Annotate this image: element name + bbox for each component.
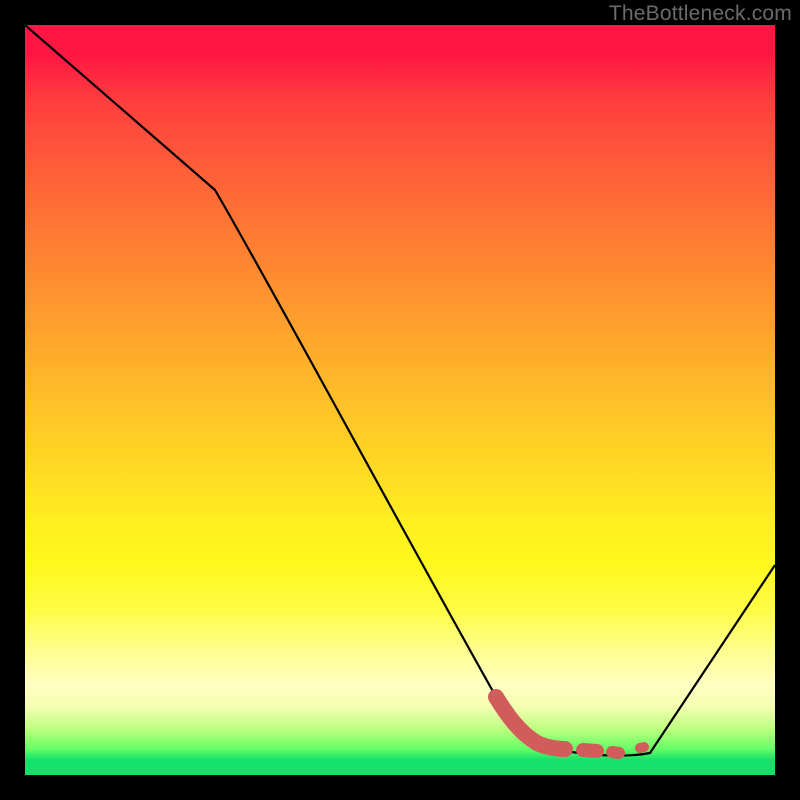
highlight-dot-1: [583, 750, 597, 751]
highlight-dot-3: [640, 747, 644, 748]
highlight-dot-2: [612, 752, 619, 753]
highlight-band: [496, 697, 565, 749]
chart-svg: [25, 25, 775, 775]
bottleneck-curve: [25, 25, 775, 756]
watermark-text: TheBottleneck.com: [609, 2, 792, 26]
chart-frame: [25, 25, 775, 775]
